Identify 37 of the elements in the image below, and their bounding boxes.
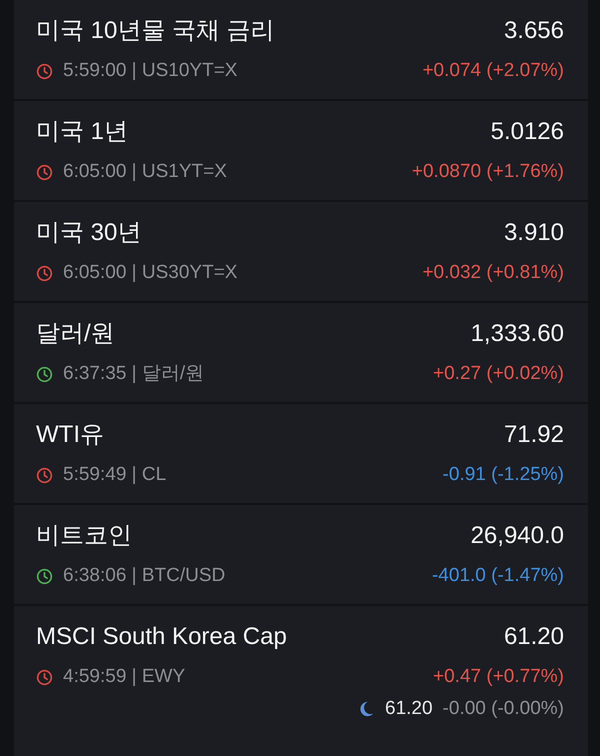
quote-time-symbol: 6:05:00 | US1YT=X — [63, 160, 227, 184]
quote-time-symbol: 6:37:35 | 달러/원 — [63, 362, 204, 386]
price-change: +0.0870 (+1.76%) — [412, 160, 564, 184]
quote-card[interactable]: 미국 10년물 국채 금리 3.656 5:59:00 | US10YT=X +0.074 (+2.07%) — [14, 0, 588, 99]
quote-price: 3.656 — [504, 16, 564, 46]
quote-price: 5.0126 — [490, 117, 564, 147]
quote-card[interactable]: 달러/원 1,333.60 6:37:35 | 달러/원 +0.27 (+0.02%) — [14, 303, 588, 402]
quote-name: WTI유 — [36, 420, 104, 450]
price-change: +0.27 (+0.02%) — [433, 362, 564, 386]
quote-name: 미국 1년 — [36, 117, 128, 147]
quote-time-symbol: 5:59:00 | US10YT=X — [63, 59, 238, 83]
quote-time-symbol: 6:05:00 | US30YT=X — [63, 261, 238, 285]
quote-time-symbol: 4:59:59 | EWY — [63, 665, 186, 689]
price-change: +0.47 (+0.77%) — [433, 665, 564, 689]
quote-price: 61.20 — [504, 622, 564, 652]
price-change: +0.032 (+0.81%) — [422, 261, 564, 285]
quote-card[interactable]: 미국 30년 3.910 6:05:00 | US30YT=X +0.032 (+0.81%) — [14, 202, 588, 301]
quote-card[interactable]: WTI유 71.92 5:59:49 | CL -0.91 (-1.25%) — [14, 404, 588, 503]
quote-name: 미국 30년 — [36, 218, 142, 248]
quote-name: 달러/원 — [36, 319, 115, 349]
after-hours-price: 61.20 — [385, 698, 433, 720]
quote-card[interactable]: 미국 1년 5.0126 6:05:00 | US1YT=X +0.0870 (+1.76%) — [14, 101, 588, 200]
quote-price: 3.910 — [504, 218, 564, 248]
price-change: -401.0 (-1.47%) — [432, 564, 564, 588]
quote-price: 1,333.60 — [470, 319, 564, 349]
quote-name: 비트코인 — [36, 521, 132, 551]
quote-card[interactable]: MSCI South Korea Cap 61.20 4:59:59 | EWY +0.47 (+0.77%) 61.20 -0.00 (-0.00%) — [14, 606, 588, 756]
price-change: +0.074 (+2.07%) — [422, 59, 564, 83]
quote-name: 미국 10년물 국채 금리 — [36, 16, 275, 46]
quote-name: MSCI South Korea Cap — [36, 622, 287, 652]
quote-time-symbol: 6:38:06 | BTC/USD — [63, 564, 226, 588]
quote-card[interactable]: 비트코인 26,940.0 6:38:06 | BTC/USD -401.0 (-1.47%) — [14, 505, 588, 604]
after-hours-change: -0.00 (-0.00%) — [442, 698, 564, 720]
price-change: -0.91 (-1.25%) — [442, 463, 564, 487]
quote-price: 26,940.0 — [470, 521, 564, 551]
quote-time-symbol: 5:59:49 | CL — [63, 463, 166, 487]
quote-price: 71.92 — [504, 420, 564, 450]
